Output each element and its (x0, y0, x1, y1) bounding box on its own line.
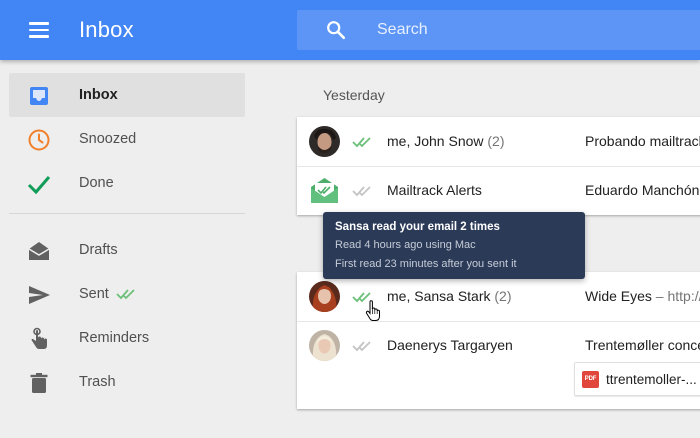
email-sender: me, John Snow (2) (387, 133, 505, 149)
sidebar: Inbox Snoozed Done Drafts Sent Reminders… (0, 60, 260, 438)
pdf-file-icon: PDF (582, 371, 599, 388)
attachment-name: ttrentemoller-... (606, 372, 697, 387)
unread-double-check-icon (352, 341, 371, 352)
sidebar-divider (9, 213, 245, 214)
sidebar-item-done[interactable]: Done (9, 161, 245, 205)
email-row-mailtrack-alerts[interactable]: Mailtrack Alerts Eduardo Manchón (297, 166, 700, 215)
reminder-hand-icon (31, 327, 47, 349)
tooltip-first-read: First read 23 minutes after you sent it (335, 258, 517, 270)
read-receipt-double-check-icon (352, 137, 371, 148)
sidebar-item-label: Drafts (79, 242, 118, 258)
app-header: Inbox (0, 0, 700, 60)
email-row-sansa-stark[interactable]: me, Sansa Stark (2) Wide Eyes – http:// (297, 272, 700, 321)
sidebar-item-label: Reminders (79, 330, 150, 346)
sidebar-item-label: Snoozed (79, 131, 137, 147)
tooltip-title: Sansa read your email 2 times (335, 221, 500, 233)
sidebar-item-snoozed[interactable]: Snoozed (9, 117, 245, 161)
send-icon (29, 286, 50, 304)
drafts-envelope-icon (28, 242, 50, 260)
sidebar-item-trash[interactable]: Trash (9, 360, 245, 404)
avatar (309, 330, 340, 361)
inbox-icon (30, 87, 48, 105)
sidebar-item-reminders[interactable]: Reminders (9, 316, 245, 360)
sidebar-item-label: Trash (79, 374, 116, 390)
email-subject: Probando mailtrack (585, 133, 700, 149)
hamburger-menu-icon[interactable] (24, 18, 54, 42)
hand-pointer-cursor-icon (365, 300, 380, 321)
search-box[interactable] (297, 10, 700, 50)
double-check-icon (116, 289, 135, 300)
email-card: me, Sansa Stark (2) Wide Eyes – http:// … (297, 272, 700, 409)
sidebar-item-sent[interactable]: Sent (9, 272, 245, 316)
section-label-yesterday: Yesterday (323, 87, 385, 103)
sidebar-item-inbox[interactable]: Inbox (9, 73, 245, 117)
checkmark-icon (27, 176, 51, 195)
sidebar-item-label: Sent (79, 286, 109, 302)
avatar (309, 281, 340, 312)
tooltip-read-time: Read 4 hours ago using Mac (335, 239, 476, 251)
email-row-john-snow[interactable]: me, John Snow (2) Probando mailtrack (297, 117, 700, 166)
email-subject: Eduardo Manchón (585, 182, 700, 198)
email-sender: Daenerys Targaryen (387, 337, 513, 353)
trash-icon (30, 373, 48, 393)
email-sender: me, Sansa Stark (2) (387, 288, 512, 304)
email-sender: Mailtrack Alerts (387, 182, 482, 198)
search-icon[interactable] (325, 19, 347, 41)
clock-icon (28, 129, 50, 151)
avatar (309, 126, 340, 157)
mailtrack-logo-icon (309, 175, 340, 206)
sidebar-item-drafts[interactable]: Drafts (9, 228, 245, 272)
sidebar-item-label: Done (79, 175, 114, 191)
email-subject: Wide Eyes – http:// (585, 288, 700, 304)
search-input[interactable] (377, 10, 677, 50)
email-card: me, John Snow (2) Probando mailtrack Mai… (297, 117, 700, 215)
email-subject: Trentemøller concert (585, 337, 700, 353)
unread-double-check-icon (352, 186, 371, 197)
app-title: Inbox (79, 17, 134, 42)
sidebar-item-label: Inbox (79, 87, 118, 103)
read-status-tooltip: Sansa read your email 2 times Read 4 hou… (323, 212, 585, 279)
attachment-chip[interactable]: PDF ttrentemoller-... (574, 362, 700, 396)
